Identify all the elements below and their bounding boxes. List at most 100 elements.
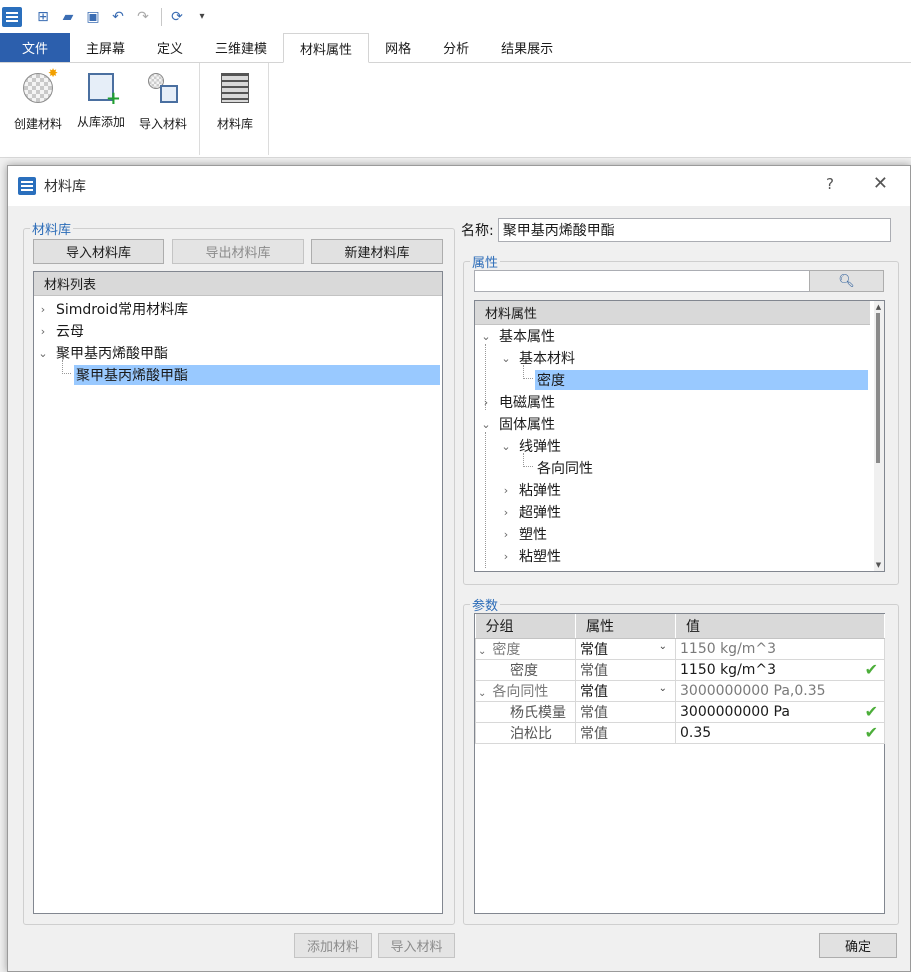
add-material-button[interactable]: 添加材料 — [294, 933, 372, 958]
library-item-simdroid[interactable]: › Simdroid常用材料库 — [34, 298, 442, 320]
chevron-right-icon[interactable]: › — [499, 550, 513, 563]
value-input[interactable]: 1150 kg/m^3 ✔ — [675, 658, 885, 681]
tree-node-basic-material[interactable]: ⌄ 基本材料 — [475, 344, 884, 410]
attr-cell[interactable]: 常值 — [575, 658, 676, 681]
table-row[interactable]: 密度 常值 1150 kg/m^3 ✔ — [475, 658, 885, 681]
export-library-button[interactable]: 导出材料库 — [172, 239, 304, 264]
chevron-down-icon[interactable]: ⌄ — [499, 440, 513, 453]
tab-material-properties[interactable]: 材料属性 — [283, 33, 370, 63]
tree-node-viscoplastic[interactable]: › 粘塑性 — [475, 545, 884, 567]
undo-icon[interactable]: ↶ — [107, 6, 129, 28]
group-cell[interactable]: ⌄ 密度 — [475, 637, 576, 660]
tab-analysis[interactable]: 分析 — [427, 33, 485, 62]
scroll-thumb[interactable] — [876, 313, 880, 463]
value-input[interactable]: 0.35 ✔ — [675, 721, 885, 744]
chevron-down-icon[interactable]: ⌄ — [479, 330, 493, 343]
attr-select[interactable]: 常值 ⌄ — [575, 679, 676, 702]
app-logo-icon — [2, 6, 22, 27]
chevron-down-icon[interactable]: ⌄ — [36, 347, 50, 360]
scroll-up-icon[interactable]: ▲ — [874, 303, 883, 311]
tree-node-label: 粘塑性 — [519, 549, 561, 565]
tab-home[interactable]: 主屏幕 — [70, 33, 141, 62]
column-header-value: 值 — [675, 614, 885, 639]
library-legend: 材料库 — [32, 223, 72, 238]
close-button[interactable]: ✕ — [873, 173, 888, 194]
import-material-button[interactable]: 导入材料 — [133, 69, 193, 139]
material-item-pmma[interactable]: 聚甲基丙烯酸甲酯 — [34, 360, 442, 386]
chevron-right-icon[interactable]: › — [36, 325, 50, 338]
tree-node-hyperelastic[interactable]: › 超弹性 — [475, 501, 884, 523]
table-row[interactable]: 泊松比 常值 0.35 ✔ — [475, 721, 885, 744]
save-icon[interactable]: ▣ — [82, 6, 104, 28]
chevron-down-icon[interactable]: ⌄ — [478, 688, 486, 699]
create-material-label: 创建材料 — [13, 117, 62, 131]
value-input[interactable]: 3000000000 Pa ✔ — [675, 700, 885, 723]
value-text: 1150 kg/m^3 — [680, 661, 777, 678]
group-cell[interactable]: ⌄ 各向同性 — [475, 679, 576, 702]
add-from-library-button[interactable]: 从库添加 — [71, 69, 131, 139]
params-table-panel: 分组 属性 值 ⌄ 密度 常值 ⌄ 1150 kg/m^3 密度 常值 1150 k… — [474, 613, 885, 914]
library-item-mica[interactable]: › 云母 — [34, 320, 442, 342]
tab-3d-modeling[interactable]: 三维建模 — [199, 33, 283, 62]
property-tree-header: 材料属性 — [475, 301, 870, 325]
tree-node-linear-elastic[interactable]: ⌄ 线弹性 — [475, 432, 884, 568]
open-folder-icon[interactable]: ▰ — [57, 6, 79, 28]
tab-define[interactable]: 定义 — [141, 33, 199, 62]
table-row[interactable]: 杨氏模量 常值 3000000000 Pa ✔ — [475, 700, 885, 723]
tree-node-solid[interactable]: ⌄ 固体属性 — [475, 413, 884, 435]
dialog-app-icon — [18, 177, 36, 195]
table-row[interactable]: ⌄ 各向同性 常值 ⌄ 3000000000 Pa,0.35 — [475, 679, 885, 702]
create-material-button[interactable]: 创建材料 — [8, 66, 68, 139]
ok-button[interactable]: 确定 — [819, 933, 897, 958]
property-name-cell: 杨氏模量 — [475, 700, 576, 723]
tab-mesh[interactable]: 网格 — [369, 33, 427, 62]
name-row: 名称: 聚甲基丙烯酸甲酯 — [461, 218, 891, 242]
ribbon: 创建材料 从库添加 导入材料 材料库 — [0, 63, 911, 158]
chevron-down-icon[interactable]: ⌄ — [659, 683, 667, 694]
tree-node-plastic[interactable]: › 塑性 — [475, 523, 884, 545]
property-tree-scrollbar[interactable]: ▲ ▼ — [874, 301, 884, 571]
value-text: 3000000000 Pa — [680, 703, 790, 720]
chevron-down-icon[interactable]: ⌄ — [478, 646, 486, 657]
tree-node-viscoelastic[interactable]: › 粘弹性 — [475, 479, 884, 501]
help-button[interactable]: ? — [826, 175, 834, 193]
tree-node-label: 超弹性 — [519, 505, 561, 521]
name-label: 名称: — [461, 223, 494, 239]
library-item-label: Simdroid常用材料库 — [56, 302, 189, 318]
import-material-button[interactable]: 导入材料 — [378, 933, 455, 958]
chevron-down-icon[interactable]: ⌄ — [479, 418, 493, 431]
attr-select[interactable]: 常值 ⌄ — [575, 637, 676, 660]
attr-cell[interactable]: 常值 — [575, 721, 676, 744]
chevron-down-icon[interactable]: ⌄ — [499, 352, 513, 365]
tree-node-basic[interactable]: ⌄ 基本属性 — [475, 325, 884, 347]
property-search-input[interactable] — [474, 270, 810, 292]
tree-node-isotropic[interactable]: 各向同性 — [475, 453, 884, 479]
new-file-icon[interactable]: ⊞ — [32, 6, 54, 28]
checkmark-icon: ✔ — [864, 659, 878, 679]
tab-results[interactable]: 结果展示 — [485, 33, 569, 62]
chevron-right-icon[interactable]: › — [499, 506, 513, 519]
chevron-right-icon[interactable]: › — [499, 528, 513, 541]
params-table: 分组 属性 值 ⌄ 密度 常值 ⌄ 1150 kg/m^3 密度 常值 1150 k… — [475, 614, 885, 744]
refresh-icon[interactable]: ⟳ — [166, 6, 188, 28]
scroll-down-icon[interactable]: ▼ — [874, 561, 883, 569]
library-item-pmma[interactable]: ⌄ 聚甲基丙烯酸甲酯 — [34, 342, 442, 364]
chevron-right-icon[interactable]: › — [499, 484, 513, 497]
material-library-button[interactable]: 材料库 — [205, 69, 265, 139]
tree-node-electromagnetic[interactable]: › 电磁属性 — [475, 391, 884, 413]
chevron-right-icon[interactable]: › — [36, 303, 50, 316]
redo-icon[interactable]: ↷ — [132, 6, 154, 28]
customize-dropdown-icon[interactable]: ▾ — [191, 6, 213, 28]
chevron-right-icon[interactable]: › — [479, 396, 493, 409]
column-header-group: 分组 — [475, 614, 576, 639]
new-library-button[interactable]: 新建材料库 — [311, 239, 443, 264]
tab-file[interactable]: 文件 — [0, 33, 70, 62]
tree-node-density[interactable]: 密度 — [475, 365, 884, 391]
chevron-down-icon[interactable]: ⌄ — [659, 641, 667, 652]
import-library-button[interactable]: 导入材料库 — [33, 239, 164, 264]
tree-connector — [523, 365, 533, 379]
table-row[interactable]: ⌄ 密度 常值 ⌄ 1150 kg/m^3 — [475, 637, 885, 660]
search-button[interactable]: 🔍︎ — [809, 270, 884, 292]
name-field[interactable]: 聚甲基丙烯酸甲酯 — [497, 218, 891, 242]
attr-cell[interactable]: 常值 — [575, 700, 676, 723]
